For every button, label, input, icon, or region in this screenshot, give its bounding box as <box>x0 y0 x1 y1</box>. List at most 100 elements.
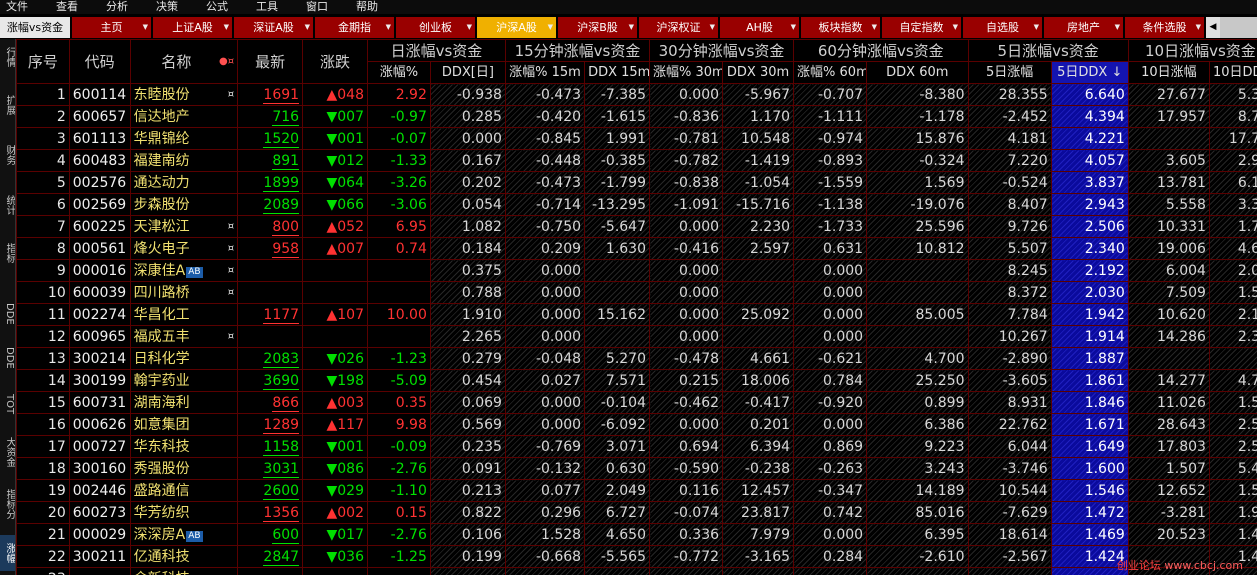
stock-name[interactable]: 秀强股份 <box>129 457 239 480</box>
stock-code[interactable]: 002446 <box>68 479 131 502</box>
table-row[interactable]: 9 000016 深康佳A AB ¤ 0.375 0.000 0.000 0.000 8.245 2… <box>16 259 1257 282</box>
sub-header-4[interactable]: 涨幅% 30m <box>648 61 724 84</box>
sub-header-2[interactable]: 涨幅% 15m <box>504 61 586 84</box>
stock-name[interactable]: 华鼎锦纶 <box>129 127 239 150</box>
stock-code[interactable]: 300211 <box>68 545 131 568</box>
stock-code[interactable]: 002274 <box>68 303 131 326</box>
stock-code[interactable]: 300199 <box>68 369 131 392</box>
stock-name[interactable]: 华昌化工 <box>129 303 239 326</box>
stock-name[interactable]: 通达动力 <box>129 171 239 194</box>
sub-header-0[interactable]: 涨幅% <box>366 61 431 84</box>
stock-code[interactable]: 002576 <box>68 171 131 194</box>
table-row[interactable]: 21 000029 深深房A AB 600 ▼017 -2.76 0.106 1.528 4.65… <box>16 523 1257 546</box>
side-tab-1[interactable]: 扩展 <box>0 89 15 121</box>
table-row[interactable]: 15 600731 湖南海利 866 ▲003 0.35 0.069 0.000 -0.104-… <box>16 391 1257 414</box>
sub-header-9[interactable]: 5日DDX ↓ <box>1050 61 1129 84</box>
tab-market-7[interactable]: 沪深权证 ▼ <box>639 17 718 38</box>
table-row[interactable]: 12 600965 福成五丰 ¤ 2.265 0.000 0.000 0.000 10.267 1… <box>16 325 1257 348</box>
stock-name[interactable]: 四川路桥 ¤ <box>129 281 239 304</box>
table-row[interactable]: 10 600039 四川路桥 ¤ 0.788 0.000 0.000 0.000 8.372 2.… <box>16 281 1257 304</box>
stock-name[interactable]: 步森股份 <box>129 193 239 216</box>
stock-code[interactable]: 600965 <box>68 325 131 348</box>
group-header-3[interactable]: 60分钟涨幅vs资金 <box>793 39 969 62</box>
stock-name[interactable]: 福成五丰 ¤ <box>129 325 239 348</box>
table-row[interactable]: 7 600225 天津松江 ¤ 800 ▲052 6.95 1.082 -0.750 -5.647… <box>16 215 1257 238</box>
menu-item-5[interactable]: 工具 <box>256 0 278 14</box>
sub-header-6[interactable]: 涨幅% 60m <box>793 61 868 84</box>
side-tab-4[interactable]: 指标 <box>0 237 15 269</box>
table-row[interactable]: 14 300199 翰宇药业 3690 ▼198 -5.09 0.454 0.027 7.571… <box>16 369 1257 392</box>
table-row[interactable]: 18 300160 秀强股份 3031 ▼086 -2.76 0.091 -0.132 0.63… <box>16 457 1257 480</box>
side-tab-0[interactable]: 行情 <box>0 41 15 73</box>
menu-item-1[interactable]: 查看 <box>56 0 78 14</box>
tab-market-13[interactable]: 条件选股 ▼ <box>1125 17 1204 38</box>
stock-name[interactable]: 金新科技 <box>129 567 239 575</box>
side-tab-5[interactable]: DDE <box>0 297 15 331</box>
stock-code[interactable]: 600225 <box>68 215 131 238</box>
tab-current-view[interactable]: 涨幅vs资金 <box>0 17 70 38</box>
sub-header-11[interactable]: 10日DDX <box>1208 61 1257 84</box>
tab-scroll-left-button[interactable]: ◀ <box>1206 17 1220 38</box>
stock-code[interactable] <box>68 567 131 575</box>
side-tab-10[interactable]: 涨幅 <box>0 535 15 571</box>
tab-market-3[interactable]: 金期指 ▼ <box>315 17 394 38</box>
menu-item-0[interactable]: 文件 <box>6 0 28 14</box>
menu-item-7[interactable]: 帮助 <box>356 0 378 14</box>
table-row[interactable]: 4 600483 福建南纺 891 ▼012 -1.33 0.167 -0.448 -0.385… <box>16 149 1257 172</box>
stock-code[interactable]: 000016 <box>68 259 131 282</box>
group-header-5[interactable]: 10日涨幅vs资金 <box>1127 39 1257 62</box>
tab-market-10[interactable]: 自定指数 ▼ <box>882 17 961 38</box>
table-row[interactable]: 19 002446 盛路通信 2600 ▼029 -1.10 0.213 0.077 2.049… <box>16 479 1257 502</box>
table-row[interactable]: 5 002576 通达动力 1899 ▼064 -3.26 0.202 -0.473 -1.79… <box>16 171 1257 194</box>
table-row[interactable]: 2 600657 信达地产 716 ▼007 -0.97 0.285 -0.420 -1.615… <box>16 105 1257 128</box>
tab-market-1[interactable]: 上证A股 ▼ <box>153 17 232 38</box>
stock-code[interactable]: 600114 <box>68 83 131 106</box>
tab-market-0[interactable]: 主页 ▼ <box>72 17 151 38</box>
stock-name[interactable]: 东睦股份 ¤ <box>129 83 239 106</box>
stock-code[interactable]: 000029 <box>68 523 131 546</box>
stock-name[interactable]: 深康佳A AB ¤ <box>129 259 239 282</box>
side-tab-2[interactable]: 财务 <box>0 139 15 171</box>
side-tab-3[interactable]: 统计 <box>0 189 15 221</box>
menu-item-2[interactable]: 分析 <box>106 0 128 14</box>
side-tab-9[interactable]: 指标分 <box>0 483 15 525</box>
stock-name[interactable]: 日科化学 <box>129 347 239 370</box>
sub-header-5[interactable]: DDX 30m <box>722 61 795 84</box>
side-tab-8[interactable]: 大资金 <box>0 431 15 473</box>
col-header-1[interactable]: 代码 <box>68 39 131 84</box>
tab-market-11[interactable]: 自选股 ▼ <box>963 17 1042 38</box>
table-row[interactable]: 3 601113 华鼎锦纶 1520 ▼001 -0.07 0.000 -0.845 1.991… <box>16 127 1257 150</box>
side-tab-6[interactable]: DDE <box>0 341 15 375</box>
col-header-2[interactable]: 名称 ●¤ <box>129 39 239 84</box>
stock-name[interactable]: 盛路通信 <box>129 479 239 502</box>
stock-code[interactable]: 002569 <box>68 193 131 216</box>
col-header-3[interactable]: 最新 <box>237 39 304 84</box>
stock-code[interactable]: 600657 <box>68 105 131 128</box>
table-row[interactable]: 11 002274 华昌化工 1177 ▲107 10.00 1.910 0.000 15.16… <box>16 303 1257 326</box>
table-row[interactable]: 22 300211 亿通科技 2847 ▼036 -1.25 0.199 -0.668 -5.5… <box>16 545 1257 568</box>
stock-name[interactable]: 福建南纺 <box>129 149 239 172</box>
stock-code[interactable]: 300160 <box>68 457 131 480</box>
table-row[interactable]: 6 002569 步森股份 2089 ▼066 -3.06 0.054 -0.714 -13.2… <box>16 193 1257 216</box>
stock-name[interactable]: 深深房A AB <box>129 523 239 546</box>
stock-code[interactable]: 600273 <box>68 501 131 524</box>
table-row[interactable]: 17 000727 华东科技 1158 ▼001 -0.09 0.235 -0.769 3.07… <box>16 435 1257 458</box>
table-row[interactable]: 20 600273 华芳纺织 1356 ▲002 0.15 0.822 0.296 6.727-… <box>16 501 1257 524</box>
tab-market-6[interactable]: 沪深B股 ▼ <box>558 17 637 38</box>
menu-item-3[interactable]: 决策 <box>156 0 178 14</box>
tab-scroll-track[interactable] <box>1220 17 1257 38</box>
sub-header-1[interactable]: DDX[日] <box>429 61 506 84</box>
group-header-0[interactable]: 日涨幅vs资金 <box>366 39 506 62</box>
stock-name[interactable]: 湖南海利 <box>129 391 239 414</box>
sub-header-10[interactable]: 10日涨幅 <box>1127 61 1210 84</box>
tab-market-2[interactable]: 深证A股 ▼ <box>234 17 313 38</box>
stock-name[interactable]: 烽火电子 ¤ <box>129 237 239 260</box>
stock-name[interactable]: 天津松江 ¤ <box>129 215 239 238</box>
col-header-0[interactable]: 序号 <box>16 39 70 84</box>
table-row[interactable]: 23 金新科技 <box>16 567 1257 575</box>
group-header-2[interactable]: 30分钟涨幅vs资金 <box>648 39 795 62</box>
stock-name[interactable]: 如意集团 <box>129 413 239 436</box>
stock-code[interactable]: 601113 <box>68 127 131 150</box>
tab-market-8[interactable]: AH股 ▼ <box>720 17 799 38</box>
stock-name[interactable]: 华芳纺织 <box>129 501 239 524</box>
